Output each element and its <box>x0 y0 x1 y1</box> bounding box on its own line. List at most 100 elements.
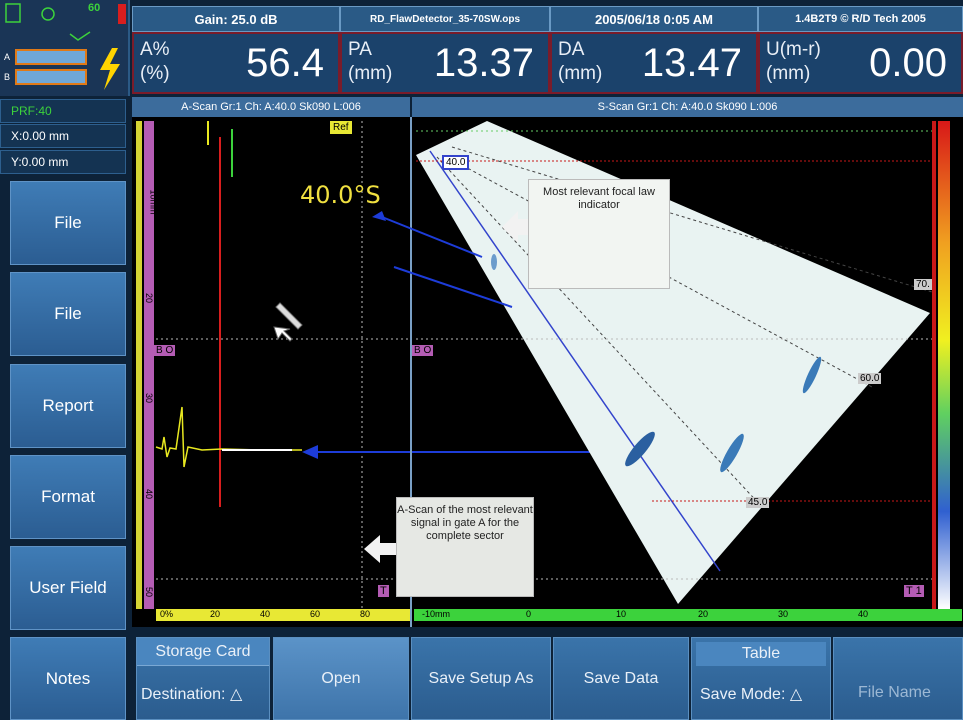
probe-a-label: A <box>4 52 11 62</box>
menu-file[interactable]: File <box>10 272 126 356</box>
colorbar-tick: 90 <box>952 149 963 159</box>
menu-user-field[interactable]: User Field <box>10 546 126 630</box>
reading-depth: DA (mm) 13.47 <box>550 32 758 94</box>
destination-label[interactable]: Destination: △ <box>141 684 242 704</box>
triangle-icon: △ <box>229 686 243 703</box>
reading-value: 13.37 <box>433 41 534 85</box>
colorbar-tick: 50 <box>952 341 963 351</box>
encoder-icon <box>69 31 91 41</box>
lightning-icon <box>100 48 120 90</box>
prf-readout: PRF:40 <box>0 99 126 123</box>
amp-tick: 20 <box>210 609 221 619</box>
reading-amplitude: A% (%) 56.4 <box>132 32 340 94</box>
reading-label: U(m-r) (mm) <box>766 39 821 84</box>
ascan-trace <box>155 406 302 468</box>
pen-cursor-icon <box>275 302 303 330</box>
amplitude-ruler <box>156 609 410 621</box>
version-info: 1.4B2T9 © R/D Tech 2005 <box>758 6 963 32</box>
angle-mark-45: 45.0 <box>746 497 770 508</box>
status-panel: 60 A B <box>0 0 130 96</box>
angle-mark-60: 60.0 <box>858 373 882 384</box>
colorbar-tick: 20 <box>952 485 963 495</box>
depth-tick: 40 <box>144 488 155 500</box>
callout-ascan: A-Scan of the most relevant signal in ga… <box>396 497 534 597</box>
sscan-tick: 20 <box>698 609 709 619</box>
reading-offset: U(m-r) (mm) 0.00 <box>758 32 963 94</box>
signal-arrow-head <box>302 445 318 459</box>
angle-mark-40: 40.0 <box>442 155 470 170</box>
save-mode-value: Table <box>696 642 826 666</box>
depth-tick: 20 <box>144 292 155 304</box>
battery-level-icon <box>118 4 126 24</box>
color-scale-bar <box>938 121 950 609</box>
open-button[interactable]: Open <box>273 637 409 720</box>
flaw-detector-screen: 60 A B PRF:40 X:0.00 mm Y:0.00 mm Gain: … <box>0 0 963 720</box>
probe-b-label: B <box>4 72 11 82</box>
clock-icon <box>41 7 55 21</box>
sscan-tick: 10 <box>616 609 627 619</box>
indication <box>491 254 497 270</box>
depth-tick: 30 <box>144 392 155 404</box>
reading-value: 56.4 <box>246 41 324 85</box>
x-readout: X:0.00 mm <box>0 124 126 148</box>
y-readout: Y:0.00 mm <box>0 150 126 174</box>
date-time: 2005/06/18 0:05 AM <box>550 6 758 32</box>
file-name-label: File Name <box>858 684 931 701</box>
bo-tag-right: B O <box>412 345 434 356</box>
amp-tick: 0% <box>160 609 174 619</box>
file-name-button[interactable]: File Name <box>833 637 963 720</box>
reading-label: A% (%) <box>140 39 170 84</box>
colorbar-tick: 10 <box>952 533 963 543</box>
reading-value: 13.47 <box>641 41 742 85</box>
sscan-header: S-Scan Gr:1 Ch: A:40.0 Sk090 L:006 <box>412 97 963 117</box>
status-icons <box>5 3 126 90</box>
ref-tag: Ref <box>330 121 352 134</box>
sscan-tick: 30 <box>778 609 789 619</box>
scan-view[interactable]: 40.0°S Ref B O B O T T 1 40.0 45.0 60.0 … <box>132 117 963 627</box>
colorbar-tick: 70 <box>952 245 963 255</box>
left-arrow-icon <box>364 535 396 563</box>
menu-file-top[interactable]: File <box>10 181 126 265</box>
colorbar-tick: 0 <box>952 581 958 591</box>
sscan-tick: 0 <box>526 609 532 619</box>
bo-tag-left: B O <box>154 345 176 356</box>
t-tag: T <box>378 585 389 597</box>
angle-mark-70: 70. <box>914 279 932 290</box>
reading-value: 0.00 <box>869 41 947 85</box>
colorbar-edge <box>932 121 936 609</box>
storage-card-label: Storage Card <box>137 638 269 666</box>
amp-tick: 80 <box>360 609 371 619</box>
setup-file-name: RD_FlawDetector_35-70SW.ops <box>340 6 550 32</box>
menu-format[interactable]: Format <box>10 455 126 539</box>
menu-report[interactable]: Report <box>10 364 126 448</box>
storage-card-group: Storage Card Destination: △ <box>136 637 270 720</box>
colorbar-tick: 40 <box>952 389 963 399</box>
save-mode-group: Table Save Mode: △ <box>691 637 831 720</box>
callout-focal-law: Most relevant focal law indicator <box>528 179 670 289</box>
amplitude-side-ruler <box>136 121 142 609</box>
sscan-tick: -10mm <box>422 609 451 619</box>
t1-tag: T 1 <box>904 585 924 597</box>
menu-notes[interactable]: Notes <box>10 637 126 720</box>
angle-pointer-head <box>372 211 386 221</box>
colorbar-tick: 80 <box>952 197 963 207</box>
depth-tick: 50 <box>144 586 155 598</box>
save-data-button[interactable]: Save Data <box>553 637 689 720</box>
save-setup-as-button[interactable]: Save Setup As <box>411 637 551 720</box>
reading-path: PA (mm) 13.37 <box>340 32 550 94</box>
triangle-icon: △ <box>789 686 803 703</box>
colorbar-tick: 60 <box>952 293 963 303</box>
reading-label: DA (mm) <box>558 39 603 84</box>
depth-tick: 10mm <box>148 189 159 215</box>
focal-law-angle: 40.0°S <box>300 181 381 209</box>
sscan-ruler <box>414 609 962 621</box>
power-icon <box>5 3 21 23</box>
gain-readout: Gain: 25.0 dB <box>132 6 340 32</box>
save-mode-label[interactable]: Save Mode: △ <box>700 684 802 704</box>
reading-label: PA (mm) <box>348 39 393 84</box>
battery-percent: 60 <box>88 2 101 14</box>
readings-bar: A% (%) 56.4 PA (mm) 13.37 DA (mm) 13.47 U(m… <box>132 32 963 94</box>
amp-tick: 60 <box>310 609 321 619</box>
amp-tick: 40 <box>260 609 271 619</box>
probe-b-icon <box>15 69 87 85</box>
